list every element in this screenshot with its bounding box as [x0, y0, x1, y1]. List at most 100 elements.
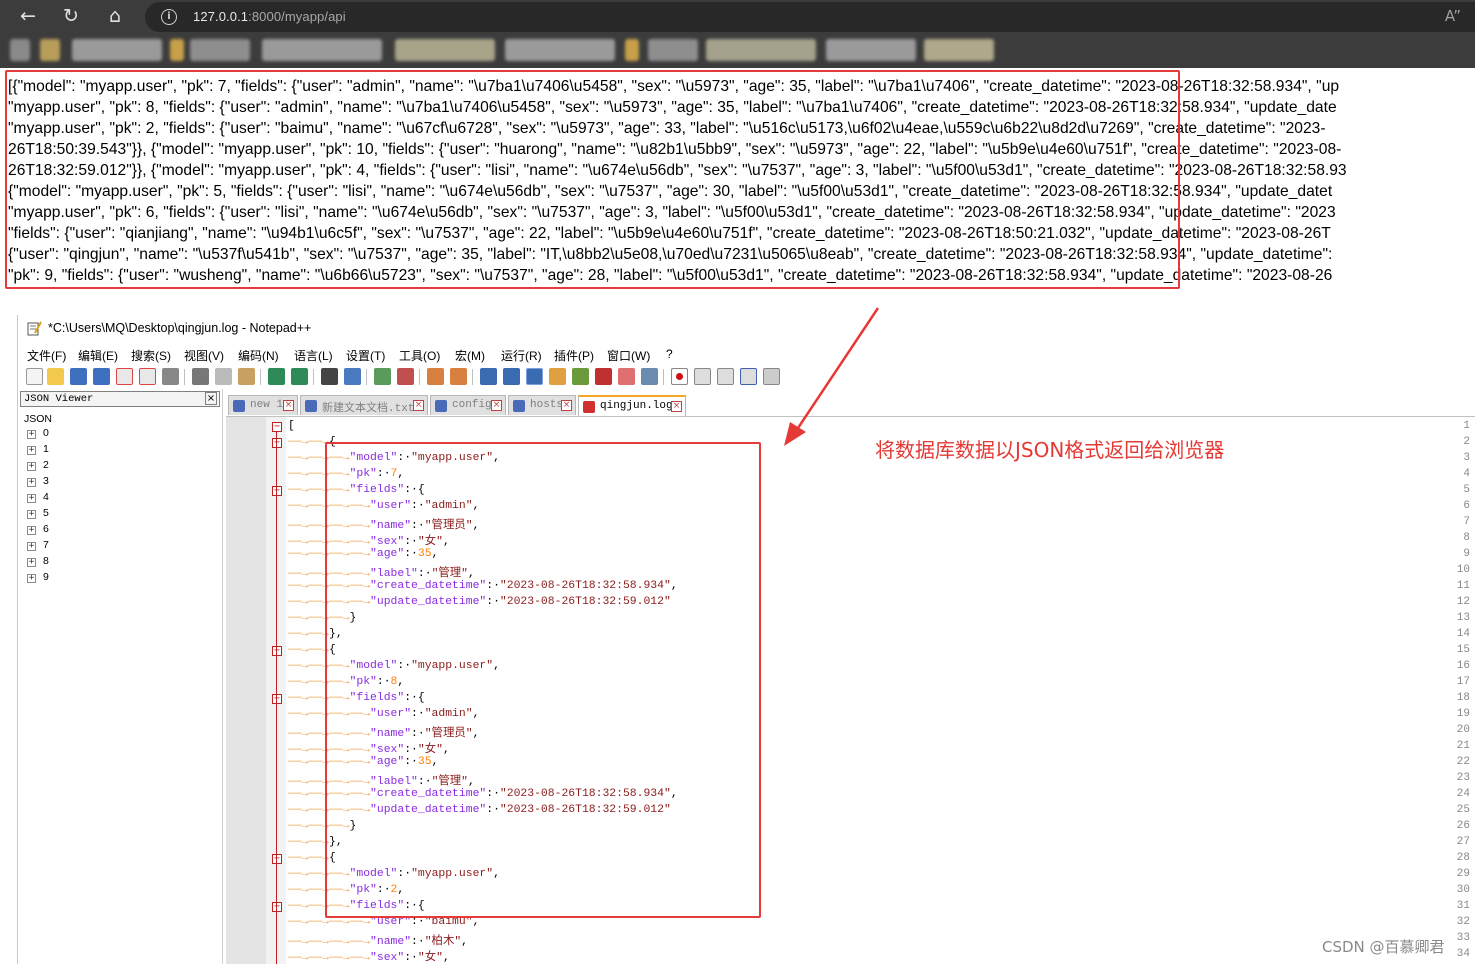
fold-toggle-icon[interactable]: −: [272, 854, 282, 864]
window-titlebar: *C:\Users\MQ\Desktop\qingjun.log - Notep…: [18, 315, 1475, 343]
reload-icon[interactable]: ↻: [58, 4, 84, 28]
expand-icon[interactable]: +: [27, 526, 36, 535]
fold-toggle-icon[interactable]: −: [272, 422, 282, 432]
fold-toggle-icon[interactable]: −: [272, 902, 282, 912]
bookmark-item[interactable]: [40, 39, 60, 61]
menu-encoding[interactable]: 编码(N): [238, 347, 279, 364]
menu-run[interactable]: 运行(R): [501, 347, 542, 364]
bookmark-item[interactable]: [262, 39, 382, 61]
expand-icon[interactable]: +: [27, 478, 36, 487]
record-macro-icon[interactable]: [671, 368, 688, 385]
word-wrap-icon[interactable]: [480, 368, 497, 385]
stop-macro-icon[interactable]: [694, 368, 711, 385]
tab-label: new 1: [250, 399, 284, 411]
indent-guide-icon[interactable]: [526, 368, 543, 385]
redo-icon[interactable]: [291, 368, 308, 385]
menu-search[interactable]: 搜索(S): [131, 347, 171, 364]
tab-config[interactable]: config ×: [430, 395, 506, 415]
tab-new-1[interactable]: new 1 ×: [228, 395, 298, 415]
bookmark-item[interactable]: [648, 39, 698, 61]
line-number: 21: [1456, 740, 1470, 752]
json-tree-node-label: 2: [43, 459, 49, 471]
expand-icon[interactable]: +: [27, 510, 36, 519]
paste-icon[interactable]: [238, 368, 255, 385]
zoom-in-icon[interactable]: [374, 368, 391, 385]
close-tab-icon[interactable]: ×: [491, 400, 502, 411]
close-tab-icon[interactable]: ×: [283, 400, 294, 411]
undo-icon[interactable]: [268, 368, 285, 385]
replace-icon[interactable]: [344, 368, 361, 385]
code-line: ——→——→——→——→"name":·"柏木",: [288, 932, 468, 948]
fold-toggle-icon[interactable]: −: [272, 694, 282, 704]
bookmark-item[interactable]: [924, 39, 994, 61]
close-tab-icon[interactable]: ×: [671, 401, 682, 412]
fold-toggle-icon[interactable]: −: [272, 486, 282, 496]
zoom-out-icon[interactable]: [397, 368, 414, 385]
menu-tools[interactable]: 工具(O): [399, 347, 440, 364]
new-file-icon[interactable]: [26, 368, 43, 385]
cut-icon[interactable]: [192, 368, 209, 385]
line-number: 23: [1456, 772, 1470, 784]
menu-view[interactable]: 视图(V): [184, 347, 224, 364]
open-file-icon[interactable]: [47, 368, 64, 385]
bookmark-item[interactable]: [72, 39, 162, 61]
expand-icon[interactable]: +: [27, 542, 36, 551]
close-tab-icon[interactable]: ×: [561, 400, 572, 411]
close-file-icon[interactable]: [116, 368, 133, 385]
close-icon[interactable]: ×: [205, 392, 217, 405]
line-number: 8: [1463, 532, 1470, 544]
bookmark-item[interactable]: [190, 39, 250, 61]
info-icon[interactable]: i: [161, 9, 177, 25]
copy-icon[interactable]: [215, 368, 232, 385]
expand-icon[interactable]: +: [27, 462, 36, 471]
menu-edit[interactable]: 编辑(E): [78, 347, 118, 364]
bookmark-item[interactable]: [505, 39, 615, 61]
play-macro-icon[interactable]: [717, 368, 734, 385]
bookmark-item[interactable]: [625, 39, 639, 61]
line-number: 18: [1456, 692, 1470, 704]
bookmark-item[interactable]: [395, 39, 495, 61]
menu-plugins[interactable]: 插件(P): [554, 347, 594, 364]
bookmark-item[interactable]: [10, 39, 30, 61]
expand-icon[interactable]: +: [27, 574, 36, 583]
close-all-icon[interactable]: [139, 368, 156, 385]
print-icon[interactable]: [162, 368, 179, 385]
tab-qingjun-log[interactable]: qingjun.log ×: [578, 395, 686, 416]
menu-file[interactable]: 文件(F): [27, 347, 66, 364]
save-all-icon[interactable]: [93, 368, 110, 385]
bookmark-item[interactable]: [170, 39, 184, 61]
menu-help[interactable]: ?: [666, 347, 673, 361]
expand-icon[interactable]: +: [27, 430, 36, 439]
monitoring-icon[interactable]: [641, 368, 658, 385]
address-bar[interactable]: i 127.0.0.1:8000/myapp/api A”: [145, 2, 1475, 32]
document-list-icon[interactable]: [618, 368, 635, 385]
save-icon[interactable]: [70, 368, 87, 385]
folder-workspace-icon[interactable]: [595, 368, 612, 385]
sync-horizontal-icon[interactable]: [450, 368, 467, 385]
menu-macro[interactable]: 宏(M): [455, 347, 485, 364]
tab-new-text-doc[interactable]: 新建文本文档.txt ×: [300, 395, 428, 415]
function-list-icon[interactable]: [572, 368, 589, 385]
reader-mode-icon[interactable]: A”: [1445, 7, 1461, 25]
fold-toggle-icon[interactable]: −: [272, 438, 282, 448]
menu-settings[interactable]: 设置(T): [346, 347, 385, 364]
close-tab-icon[interactable]: ×: [413, 400, 424, 411]
doc-map-icon[interactable]: [549, 368, 566, 385]
menu-window[interactable]: 窗口(W): [607, 347, 650, 364]
fold-toggle-icon[interactable]: −: [272, 646, 282, 656]
find-icon[interactable]: [321, 368, 338, 385]
bookmark-item[interactable]: [706, 39, 816, 61]
expand-icon[interactable]: +: [27, 446, 36, 455]
show-all-chars-icon[interactable]: [503, 368, 520, 385]
home-icon[interactable]: ⌂: [102, 4, 128, 28]
editor-highlight-box: [325, 442, 761, 918]
back-icon[interactable]: ←: [15, 4, 41, 28]
sync-vertical-icon[interactable]: [427, 368, 444, 385]
menu-language[interactable]: 语言(L): [294, 347, 333, 364]
json-tree-root[interactable]: JSON: [24, 413, 52, 425]
expand-icon[interactable]: +: [27, 494, 36, 503]
tab-hosts[interactable]: hosts ×: [508, 395, 576, 415]
expand-icon[interactable]: +: [27, 558, 36, 567]
bookmark-item[interactable]: [826, 39, 916, 61]
run-macro-multiple-icon[interactable]: [740, 368, 757, 385]
